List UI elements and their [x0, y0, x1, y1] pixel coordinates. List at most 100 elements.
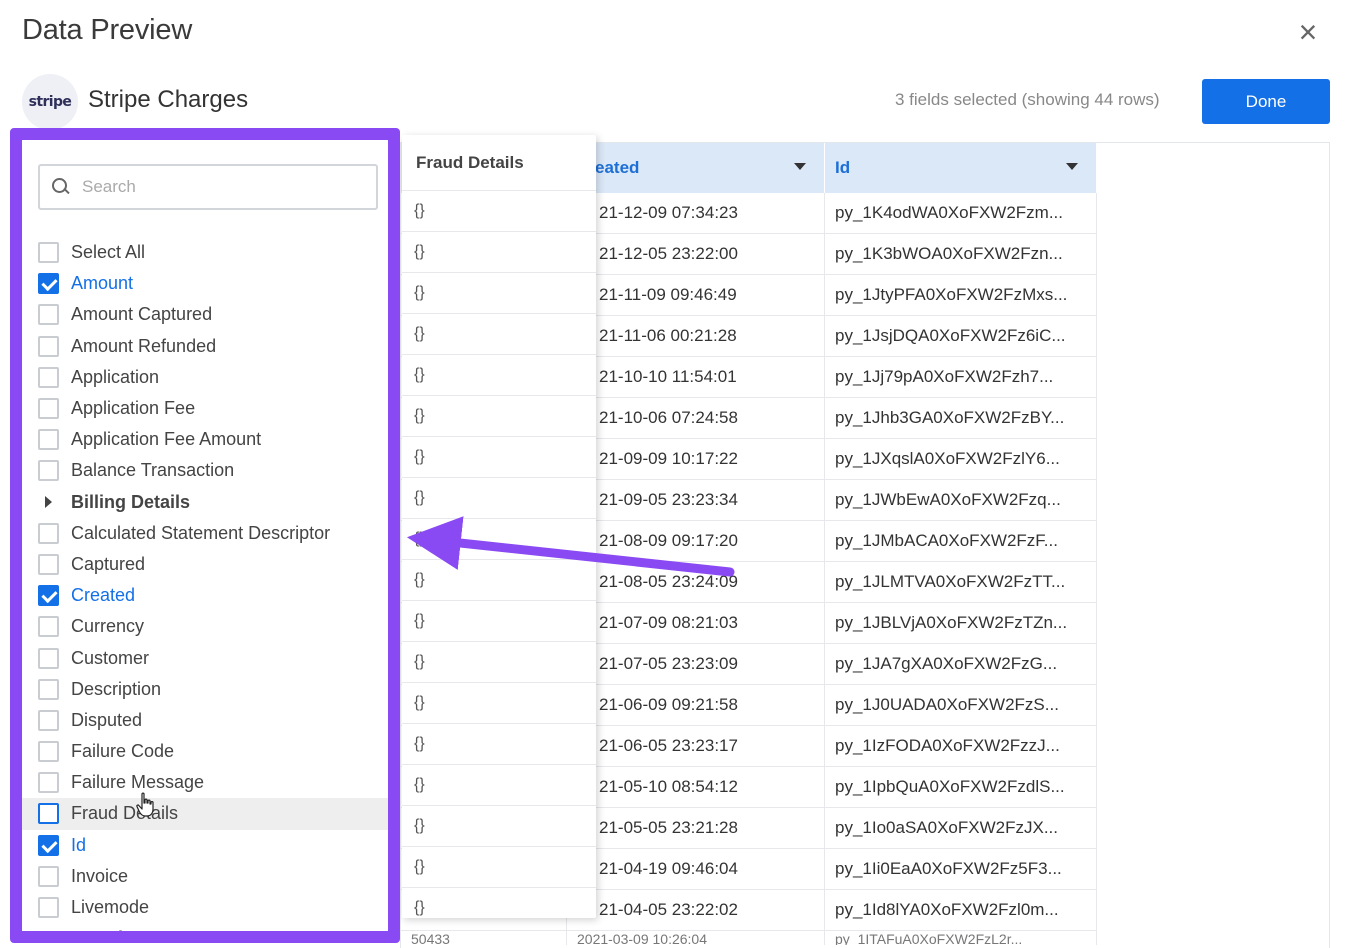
field-checkbox[interactable]: [38, 803, 59, 825]
table-cell: py_1K3bWOA0XoFXW2Fzn...: [825, 234, 1097, 275]
search-input[interactable]: [82, 177, 342, 197]
table-cell: py_1Id8lYA0XoFXW2Fzl0m...: [825, 890, 1097, 931]
preview-cell: {}: [402, 232, 596, 273]
id-column-header[interactable]: Id: [825, 143, 1097, 193]
field-item[interactable]: Customer: [22, 642, 388, 673]
table-cell: 21-10-06 07:24:58: [567, 398, 825, 439]
field-item[interactable]: Application Fee: [22, 393, 388, 424]
field-preview-popup: Fraud Details {}{}{}{}{}{}{}{}{}{}{}{}{}…: [402, 135, 596, 918]
close-icon[interactable]: ×: [1294, 16, 1322, 48]
table-cell: 21-06-09 09:21:58: [567, 685, 825, 726]
field-item[interactable]: Failure Message: [22, 767, 388, 798]
field-label: Description: [71, 678, 162, 699]
table-cell: 21-05-10 08:54:12: [567, 767, 825, 808]
table-cell: py_1JA7gXA0XoFXW2FzG...: [825, 644, 1097, 685]
field-checkbox[interactable]: [38, 616, 59, 638]
sort-dropdown-icon[interactable]: [1066, 163, 1078, 170]
field-label: Id: [71, 834, 87, 855]
table-cell: 2021-03-09 10:26:04: [567, 931, 825, 945]
table-cell: 21-12-05 23:22:00: [567, 234, 825, 275]
id-header-label: Id: [835, 158, 851, 177]
field-item[interactable]: Application Fee Amount: [22, 424, 388, 455]
field-item[interactable]: Select All: [22, 237, 388, 268]
field-item[interactable]: Failure Code: [22, 736, 388, 767]
field-checkbox[interactable]: [38, 273, 59, 295]
field-item[interactable]: Invoice: [22, 861, 388, 892]
field-label: Amount Refunded: [71, 335, 217, 356]
preview-cell: {}: [402, 519, 596, 560]
field-picker-panel: Select All Amount Amount Captured Amount Re…: [10, 128, 400, 943]
field-item[interactable]: Application: [22, 362, 388, 393]
field-label: Failure Message: [71, 772, 205, 793]
field-checkbox[interactable]: [38, 460, 59, 482]
field-item[interactable]: Amount Captured: [22, 299, 388, 330]
table-cell: 21-08-09 09:17:20: [567, 521, 825, 562]
search-icon: [52, 178, 70, 196]
field-checkbox[interactable]: [38, 335, 59, 357]
preview-cell: {}: [402, 191, 596, 232]
preview-cell: {}: [402, 765, 596, 806]
table-cell: 21-04-19 09:46:04: [567, 849, 825, 890]
field-item[interactable]: Metadata: [22, 923, 388, 943]
field-label: Amount: [71, 273, 134, 294]
field-item[interactable]: Disputed: [22, 705, 388, 736]
source-name: Stripe Charges: [88, 86, 249, 113]
preview-cell: {}: [402, 847, 596, 888]
field-item[interactable]: Currency: [22, 611, 388, 642]
field-checkbox[interactable]: [38, 772, 59, 794]
field-label: Disputed: [71, 709, 143, 730]
field-label: Currency: [71, 616, 145, 637]
field-label: Failure Code: [71, 741, 175, 762]
field-label: Application: [71, 366, 160, 387]
table-cell: 50433: [401, 931, 567, 945]
field-checkbox[interactable]: [38, 304, 59, 326]
field-item[interactable]: Balance Transaction: [22, 455, 388, 486]
field-checkbox[interactable]: [38, 897, 59, 919]
table-cell: 21-04-05 23:22:02: [567, 890, 825, 931]
done-button[interactable]: Done: [1202, 79, 1330, 124]
field-item[interactable]: Description: [22, 674, 388, 705]
table-cell: py_1JMbACA0XoFXW2FzF...: [825, 521, 1097, 562]
table-cell: 21-05-05 23:21:28: [567, 808, 825, 849]
expand-triangle-icon[interactable]: [38, 496, 59, 508]
field-item[interactable]: Calculated Statement Descriptor: [22, 518, 388, 549]
field-checkbox[interactable]: [38, 647, 59, 669]
preview-cell: {}: [402, 601, 596, 642]
table-cell: 21-09-05 23:23:34: [567, 480, 825, 521]
sort-dropdown-icon[interactable]: [794, 163, 806, 170]
field-label: Livemode: [71, 897, 150, 918]
field-item[interactable]: Created: [22, 580, 388, 611]
table-cell: py_1IpbQuA0XoFXW2FzdlS...: [825, 767, 1097, 808]
search-box[interactable]: [38, 164, 378, 210]
field-checkbox[interactable]: [38, 429, 59, 451]
field-checkbox[interactable]: [38, 522, 59, 544]
field-checkbox[interactable]: [38, 709, 59, 731]
preview-cell: {}: [402, 437, 596, 478]
field-checkbox[interactable]: [38, 865, 59, 887]
created-column: eated 21-12-09 07:34:23 21-12-05 23:22:00…: [567, 143, 825, 945]
preview-cell: {}: [402, 396, 596, 437]
field-label: Application Fee: [71, 398, 196, 419]
field-checkbox[interactable]: [38, 242, 59, 264]
preview-cell: {}: [402, 560, 596, 601]
field-checkbox[interactable]: [38, 678, 59, 700]
field-checkbox[interactable]: [38, 398, 59, 420]
field-item[interactable]: Captured: [22, 549, 388, 580]
field-checkbox[interactable]: [38, 366, 59, 388]
field-item[interactable]: Billing Details: [22, 487, 388, 518]
field-checkbox[interactable]: [38, 834, 59, 856]
field-checkbox[interactable]: [38, 585, 59, 607]
created-column-header[interactable]: eated: [567, 143, 825, 193]
preview-cell: {}: [402, 806, 596, 847]
field-item[interactable]: Amount Refunded: [22, 331, 388, 362]
expand-triangle-icon[interactable]: [38, 933, 59, 943]
preview-header: Fraud Details: [402, 135, 596, 191]
field-item[interactable]: Id: [22, 830, 388, 861]
field-item[interactable]: Fraud Details: [22, 798, 388, 830]
field-item[interactable]: Livemode: [22, 892, 388, 923]
preview-cell: {}: [402, 683, 596, 724]
field-checkbox[interactable]: [38, 553, 59, 575]
field-label: Fraud Details: [71, 803, 179, 824]
field-checkbox[interactable]: [38, 741, 59, 763]
field-item[interactable]: Amount: [22, 268, 388, 299]
